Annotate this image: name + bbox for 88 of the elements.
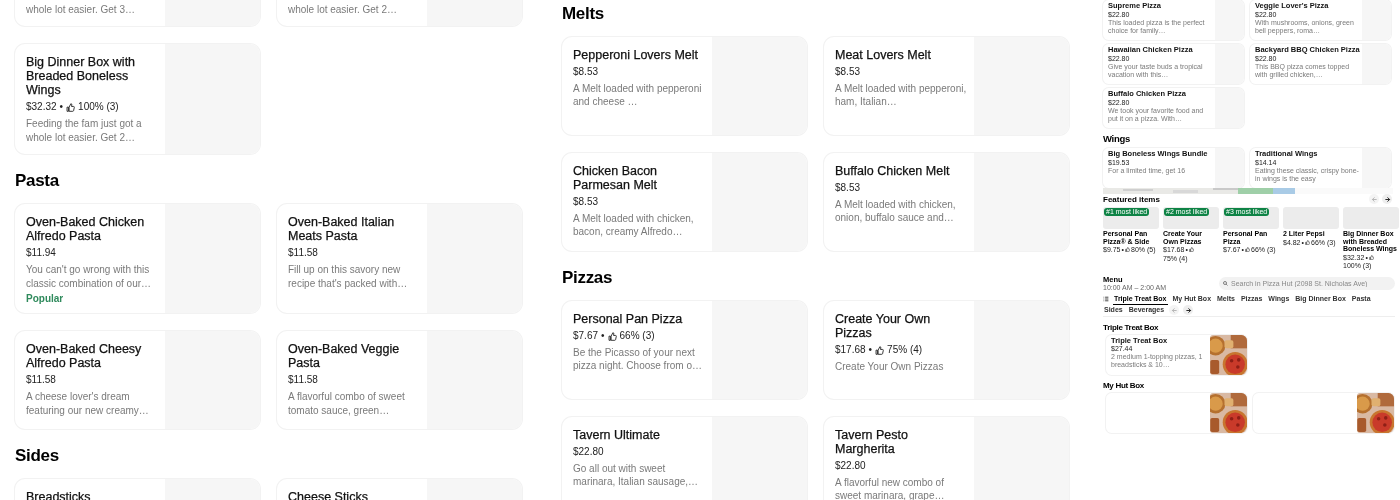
item-rating: 100% (3) xyxy=(78,100,119,114)
item-price: $8.53 xyxy=(835,181,861,195)
item-price: $11.94 xyxy=(26,246,56,260)
item-price: $32.32 xyxy=(26,100,57,114)
section-heading: My Hut Box xyxy=(1103,380,1145,390)
item-price: $22.80 xyxy=(835,459,866,473)
popular-label: Popular xyxy=(26,293,65,304)
item-name: Tavern Pesto Margherita xyxy=(835,428,909,456)
item-card[interactable]: Create Your Own Pizzas $17.68 • 75% (4) Create Your Own Pizzas xyxy=(824,301,1069,399)
thumbs-up-icon xyxy=(875,345,885,355)
thumbs-up-icon xyxy=(1125,247,1130,253)
section-heading: Featured items xyxy=(1103,194,1160,204)
next-button[interactable] xyxy=(1382,194,1392,204)
item-description: Be the Picasso of your next pizza night. Choose from o… xyxy=(573,346,703,372)
arrow-left-icon xyxy=(1170,306,1178,314)
item-price: $8.53 xyxy=(835,65,861,79)
item-card[interactable]: Personal Pan Pizza $7.67 • 66% (3) Be the Picasso of your next pizza night. Choose from o… xyxy=(562,301,807,399)
item-card[interactable]: Big Dinner Box with Breaded Boneless Wings $32.32 • 100% (3) Feeding the fam just got a whole lot easier. Get 2… xyxy=(15,44,260,154)
thumbs-up-icon xyxy=(1368,254,1374,260)
thumbs-up-icon xyxy=(1305,239,1310,245)
section-heading: Melts xyxy=(562,4,605,24)
arrow-right-icon xyxy=(1383,195,1391,203)
item-name: Oven-Baked Chicken Alfredo Pasta xyxy=(26,215,146,243)
item-description: A flavorful combo of sweet tomato sauce, green… xyxy=(288,390,406,418)
item-card[interactable]: whole lot easier. Get 3… xyxy=(15,0,260,26)
item-price: $8.53 xyxy=(573,195,599,209)
item-card[interactable]: Buffalo Chicken Melt $8.53 A Melt loaded with chicken, onion, buffalo sauce and… xyxy=(824,153,1069,251)
item-name: Oven-Baked Italian Meats Pasta xyxy=(288,215,396,243)
separator-dot: • xyxy=(868,343,873,357)
thumbs-up-icon xyxy=(607,331,617,341)
item-card[interactable]: Oven-Baked Veggie Pasta $11.58 A flavorful combo of sweet tomato sauce, green… xyxy=(277,331,522,429)
item-card[interactable]: Oven-Baked Chicken Alfredo Pasta $11.94 You can't go wrong with this classic combination of our… Popular xyxy=(15,204,260,313)
item-price: $7.67 xyxy=(573,329,599,343)
item-rating: 75% (4) xyxy=(887,343,923,357)
item-description: A Melt loaded with chicken, bacon, creamy Alfredo… xyxy=(573,212,695,238)
search-icon xyxy=(1223,281,1228,286)
item-price: $17.68 xyxy=(835,343,866,357)
section-heading: Triple Treat Box xyxy=(1103,322,1160,332)
item-card[interactable]: Pepperoni Lovers Melt $8.53 A Melt loaded with pepperoni and cheese … xyxy=(562,37,807,135)
item-name: Pepperoni Lovers Melt xyxy=(573,48,700,62)
item-card[interactable]: Oven-Baked Cheesy Alfredo Pasta $11.58 A cheese lover's dream featuring our new creamy… xyxy=(15,331,260,429)
item-name: Meat Lovers Melt xyxy=(835,48,932,62)
separator-dot: • xyxy=(59,100,64,114)
arrow-left-icon xyxy=(1370,195,1378,203)
item-card[interactable]: whole lot easier. Get 2… xyxy=(277,0,522,26)
item-description: A Melt loaded with pepperoni and cheese … xyxy=(573,82,703,108)
item-description: whole lot easier. Get 3… xyxy=(26,3,136,17)
item-card[interactable]: Tavern Ultimate $22.80 Go all out with sweet marinara, Italian sausage,… xyxy=(562,417,807,500)
item-name: Oven-Baked Cheesy Alfredo Pasta xyxy=(26,342,143,370)
item-card[interactable]: Chicken Bacon Parmesan Melt $8.53 A Melt loaded with chicken, bacon, creamy Alfredo… xyxy=(562,153,807,251)
item-price: $11.58 xyxy=(288,246,318,260)
item-description: Go all out with sweet marinara, Italian sausage,… xyxy=(573,462,700,488)
item-card[interactable]: Meat Lovers Melt $8.53 A Melt loaded with pepperoni, ham, Italian… xyxy=(824,37,1069,135)
item-name: Personal Pan Pizza xyxy=(573,312,684,326)
image-placeholder xyxy=(1215,148,1244,188)
section-heading: Wings xyxy=(1103,134,1131,144)
item-card[interactable]: Oven-Baked Italian Meats Pasta $11.58 Fill up on this savory new recipe that's packed with… xyxy=(277,204,522,313)
item-name: Oven-Baked Veggie Pasta xyxy=(288,342,401,370)
separator-dot: • xyxy=(601,329,605,343)
next-button[interactable] xyxy=(1183,305,1194,315)
item-name: Chicken Bacon Parmesan Melt xyxy=(573,164,659,192)
thumbs-up-icon xyxy=(66,102,76,112)
section-heading: Pasta xyxy=(15,171,61,191)
item-rating: 66% (3) xyxy=(619,329,655,343)
item-name: Big Dinner Box with Breaded Boneless Wings xyxy=(26,55,137,97)
arrow-right-icon xyxy=(1184,306,1192,314)
item-description: Feeding the fam just got a whole lot easier. Get 2… xyxy=(26,117,143,145)
item-name: Tavern Ultimate xyxy=(573,428,661,442)
thumbs-up-icon xyxy=(1245,247,1250,253)
item-description: A cheese lover's dream featuring our new creamy… xyxy=(26,390,150,418)
item-card[interactable] xyxy=(1253,392,1394,433)
item-description: Fill up on this savory new recipe that's packed with… xyxy=(288,263,409,291)
list-icon[interactable] xyxy=(1103,296,1109,302)
item-price: $11.58 xyxy=(288,373,318,387)
item-price: $22.80 xyxy=(573,445,604,459)
section-heading: Pizzas xyxy=(562,268,614,288)
item-card[interactable] xyxy=(1106,392,1247,433)
section-heading: Sides xyxy=(15,446,60,466)
item-description: A Melt loaded with chicken, onion, buffalo sauce and… xyxy=(835,198,957,224)
thumbs-up-icon xyxy=(1188,247,1194,253)
item-description: You can't go wrong with this classic combination of our… xyxy=(26,263,153,291)
item-description: whole lot easier. Get 2… xyxy=(288,3,398,17)
item-description: Create Your Own Pizzas xyxy=(835,360,945,373)
item-description: A Melt loaded with pepperoni, ham, Italian… xyxy=(835,82,968,108)
item-name: Buffalo Chicken Melt xyxy=(835,164,951,178)
item-price: $11.58 xyxy=(26,373,56,387)
item-name: Create Your Own Pizzas xyxy=(835,312,932,340)
item-price: $8.53 xyxy=(573,65,599,79)
